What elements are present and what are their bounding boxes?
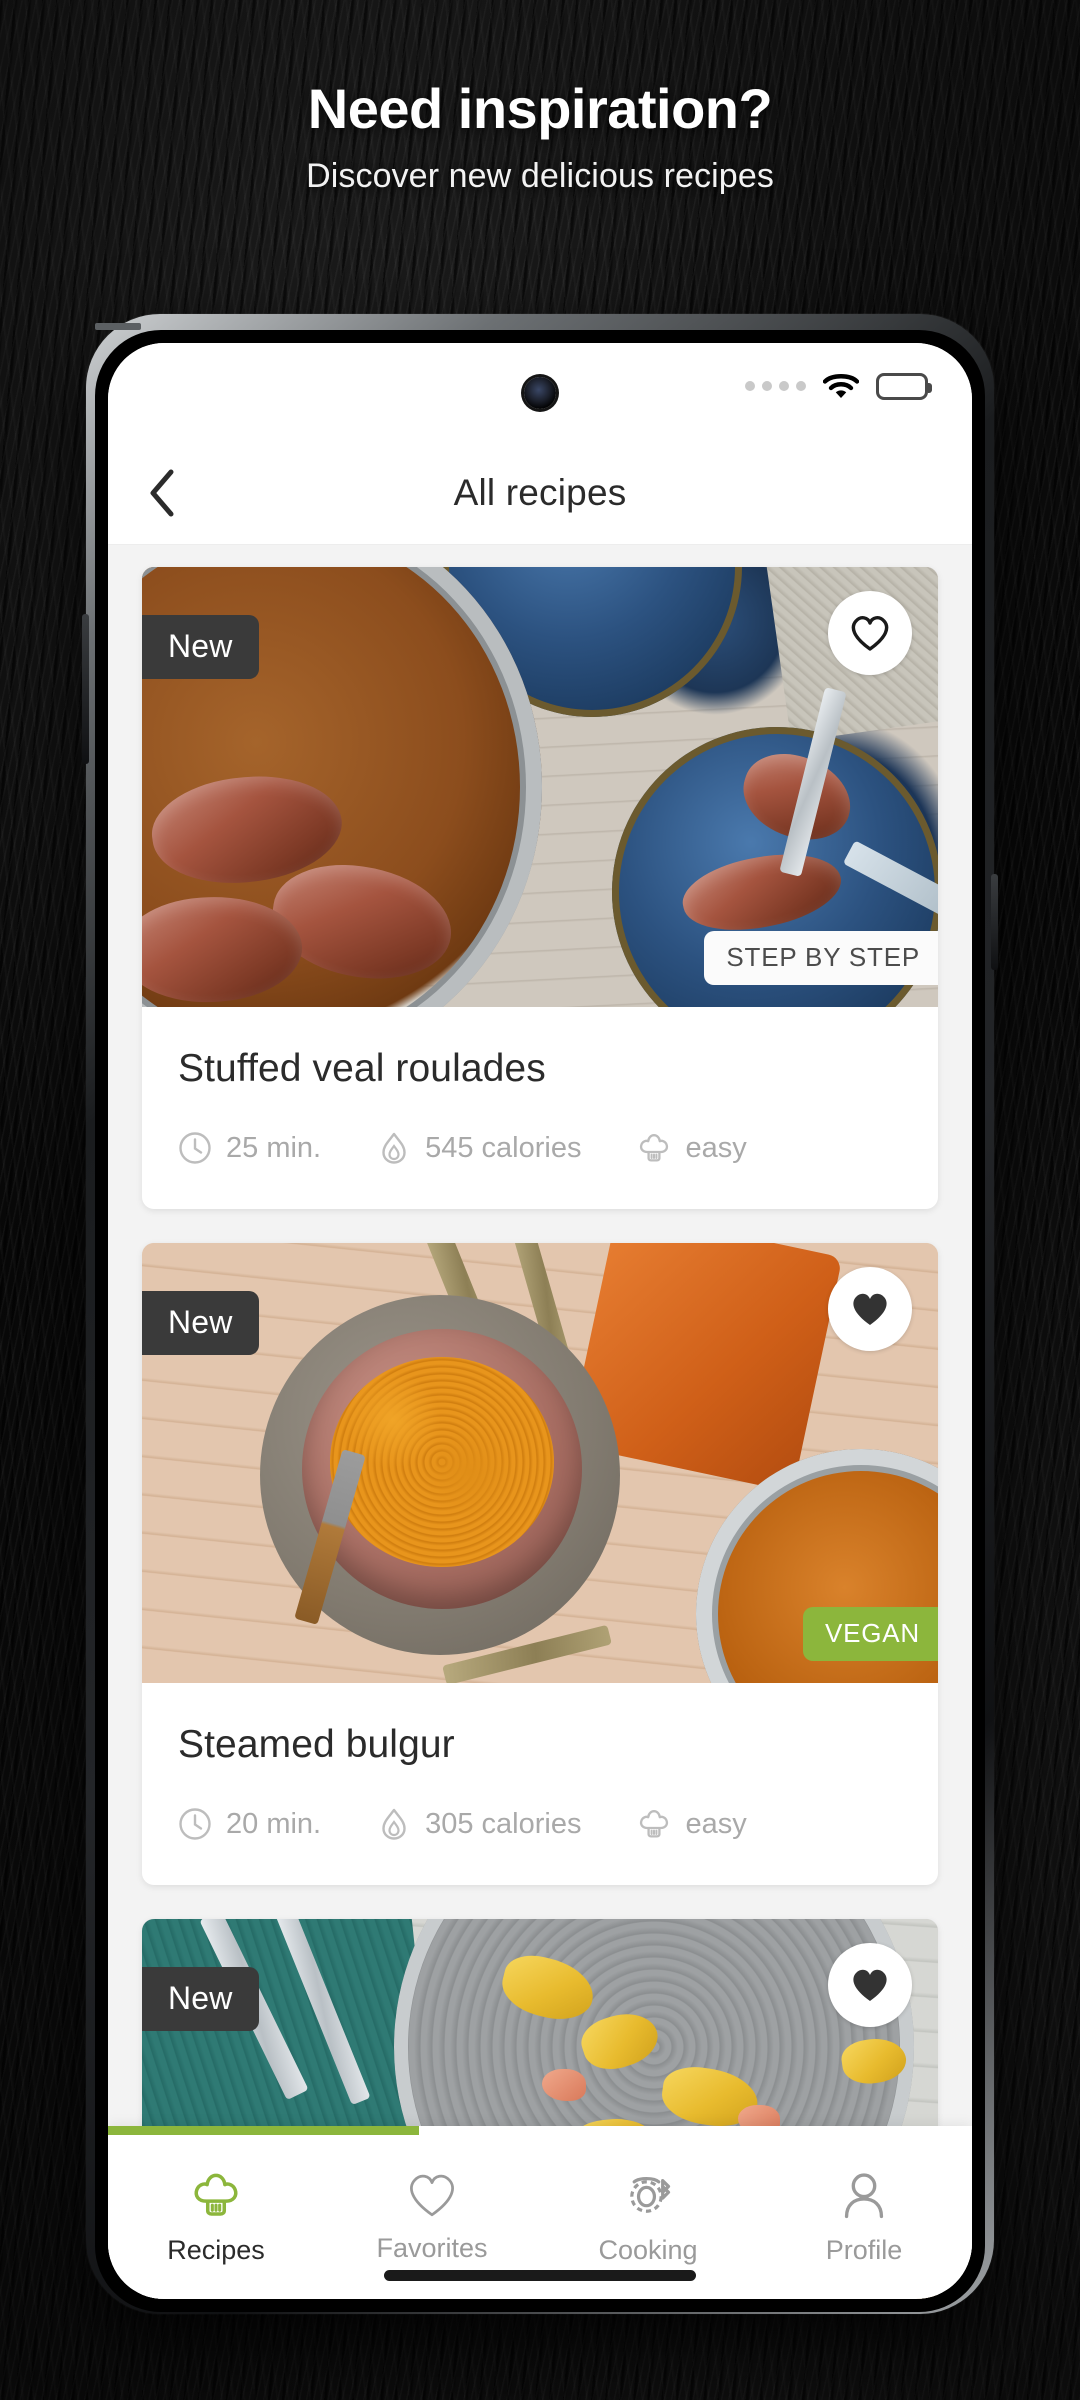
screenshot-stage: Need inspiration? Discover new delicious… — [0, 0, 1080, 2400]
recipe-card[interactable]: New STEP BY STEP Stuffed veal roulades 2… — [142, 567, 938, 1209]
clock-icon — [179, 1808, 211, 1840]
recipe-difficulty: easy — [637, 1807, 747, 1841]
recipe-calories: 305 calories — [377, 1807, 581, 1841]
chevron-left-icon — [150, 469, 174, 516]
nav-label-profile: Profile — [825, 2234, 903, 2265]
recipe-list[interactable]: New STEP BY STEP Stuffed veal roulades 2… — [108, 545, 972, 2299]
nav-label-favorites: Favorites — [376, 2232, 488, 2263]
nav-item-recipes[interactable]: Recipes — [108, 2169, 324, 2266]
status-bar — [108, 343, 972, 441]
flame-icon — [382, 1808, 406, 1840]
recipe-image[interactable]: New VEGAN — [142, 1243, 938, 1683]
nav-item-favorites[interactable]: Favorites — [324, 2171, 540, 2264]
favorite-button[interactable] — [828, 591, 912, 675]
promo-title: Need inspiration? — [307, 77, 773, 140]
volume-button[interactable] — [82, 614, 89, 764]
scroll-progress-track — [108, 2126, 972, 2135]
recipe-time-label: 25 min. — [226, 1131, 322, 1164]
pot-bluetooth-icon — [630, 2176, 671, 2213]
home-indicator[interactable] — [384, 2270, 696, 2281]
recipe-image[interactable]: New STEP BY STEP — [142, 567, 938, 1007]
heart-filled-icon — [853, 1293, 887, 1325]
favorite-button[interactable] — [828, 1943, 912, 2027]
phone-mockup: All recipes New STEP BY STEP Stuffed vea… — [82, 314, 998, 2314]
new-badge: New — [142, 615, 259, 679]
heart-outline-icon — [851, 616, 889, 651]
bottom-navigation: Recipes Favorites Cooking Profile — [108, 2126, 972, 2299]
status-icons — [745, 373, 932, 400]
promo-header: Need inspiration? Discover new delicious… — [0, 77, 1080, 196]
favorite-button[interactable] — [828, 1267, 912, 1351]
recipe-calories-label: 545 calories — [425, 1131, 582, 1164]
flame-icon — [382, 1132, 406, 1164]
signal-dots-icon — [745, 380, 806, 393]
new-badge: New — [142, 1967, 259, 2031]
phone-screen: All recipes New STEP BY STEP Stuffed vea… — [108, 343, 972, 2299]
recipe-meta-row: 20 min. 305 calories easy — [178, 1807, 902, 1841]
nav-item-profile[interactable]: Profile — [756, 2169, 972, 2266]
scroll-progress-fill — [108, 2126, 420, 2135]
step-by-step-badge: STEP BY STEP — [704, 931, 938, 985]
battery-icon — [876, 373, 932, 400]
heart-outline-icon — [410, 2174, 454, 2216]
heart-filled-icon — [853, 1969, 887, 2001]
recipe-time: 25 min. — [178, 1131, 321, 1165]
clock-icon — [179, 1132, 211, 1164]
vegan-badge: VEGAN — [802, 1607, 938, 1661]
app-bar: All recipes — [108, 441, 972, 545]
recipe-calories-label: 305 calories — [425, 1807, 582, 1840]
nav-item-cooking[interactable]: Cooking — [540, 2169, 756, 2266]
recipe-card-body: Steamed bulgur 20 min. 305 calories easy — [142, 1683, 938, 1885]
chef-hat-icon — [194, 2173, 238, 2216]
phone-bezel: All recipes New STEP BY STEP Stuffed vea… — [95, 330, 985, 2312]
person-icon — [844, 2172, 884, 2218]
top-antenna-line — [95, 323, 141, 330]
front-camera-punchhole — [524, 377, 556, 409]
chef-hat-icon — [640, 1810, 669, 1838]
promo-subtitle: Discover new delicious recipes — [306, 156, 774, 195]
recipe-time-label: 20 min. — [226, 1807, 322, 1840]
recipe-title: Stuffed veal roulades — [178, 1047, 546, 1090]
new-badge: New — [142, 1291, 259, 1355]
nav-label-recipes: Recipes — [167, 2234, 265, 2265]
recipe-card[interactable]: New VEGAN Steamed bulgur 20 min. 305 cal… — [142, 1243, 938, 1885]
power-button[interactable] — [991, 874, 998, 970]
recipe-difficulty-label: easy — [685, 1131, 747, 1164]
page-title: All recipes — [453, 471, 627, 513]
chef-hat-icon — [640, 1134, 669, 1162]
nav-label-cooking: Cooking — [598, 2234, 698, 2265]
recipe-difficulty: easy — [637, 1131, 747, 1165]
recipe-title: Steamed bulgur — [178, 1723, 455, 1766]
wifi-icon — [822, 373, 860, 400]
recipe-card-body: Stuffed veal roulades 25 min. 545 calori… — [142, 1007, 938, 1209]
back-button[interactable] — [132, 463, 192, 523]
recipe-meta-row: 25 min. 545 calories easy — [178, 1131, 902, 1165]
recipe-time: 20 min. — [178, 1807, 321, 1841]
recipe-calories: 545 calories — [377, 1131, 581, 1165]
recipe-difficulty-label: easy — [685, 1807, 747, 1840]
